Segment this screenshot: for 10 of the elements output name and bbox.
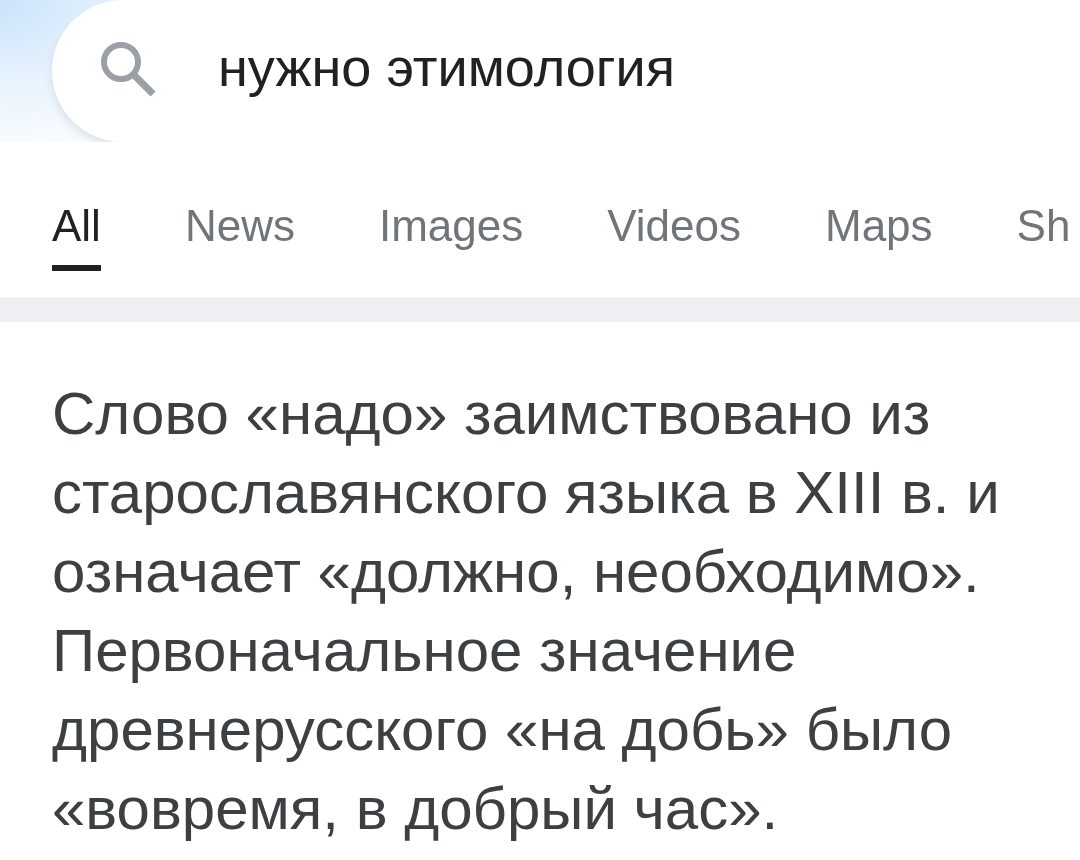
tab[interactable]: Sh: [1016, 200, 1071, 271]
answer-text: Слово «надо» заимствовано из старославянского языка в XIII в. и означает «должно, необходимо». Первоначальное значение древнерусского «на добь» было «вовремя, в добрый час».: [51, 379, 1001, 844]
tab[interactable]: All: [52, 200, 101, 271]
tab[interactable]: News: [184, 200, 295, 271]
search-input[interactable]: нужно этимология: [218, 36, 688, 98]
tab[interactable]: Maps: [825, 200, 933, 271]
search-bar[interactable]: нужно этимология: [52, 0, 1080, 142]
tab[interactable]: Images: [378, 200, 524, 271]
search-icon: [100, 41, 156, 97]
tab[interactable]: Videos: [607, 200, 741, 271]
